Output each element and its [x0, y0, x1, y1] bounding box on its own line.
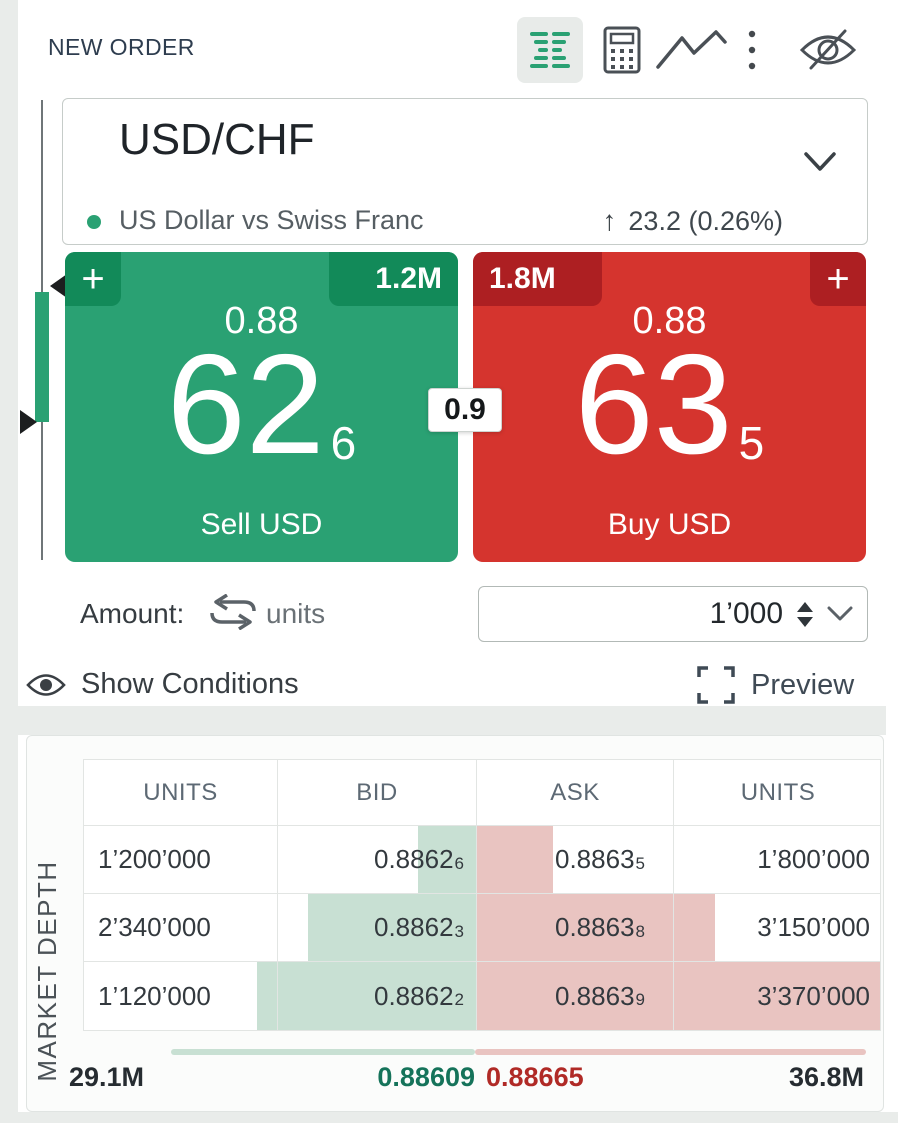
bid-price-cell[interactable]: 0.88626 [278, 826, 477, 893]
amount-unit-label: units [266, 598, 325, 630]
new-order-panel: NEW ORDER [18, 0, 886, 706]
buy-price: 63 5 [473, 330, 866, 479]
ask-total-bar [475, 1049, 866, 1055]
ask-price-cell[interactable]: 0.88638 [477, 894, 674, 961]
sell-plus-button[interactable]: + [65, 252, 121, 306]
bottom-gutter [0, 1112, 898, 1123]
bid-total: 29.1M [69, 1062, 144, 1093]
trend-line-icon[interactable] [652, 17, 732, 83]
bid-price-cell[interactable]: 0.88622 [278, 962, 477, 1030]
bid-units-cell: 1’200’000 [84, 826, 278, 893]
buy-tile[interactable]: 1.8M + 0.88 63 5 Buy USD [473, 252, 866, 562]
depth-row-2[interactable]: 2’340’000 0.88623 0.88638 3’150’000 [84, 894, 880, 962]
amount-dropdown-chevron-icon[interactable] [827, 606, 853, 622]
hide-eye-glyph [797, 26, 859, 74]
depth-summary-bar [69, 1049, 866, 1055]
sell-price-pip: 6 [331, 416, 357, 470]
amount-label: Amount: [80, 598, 184, 630]
show-conditions-label: Show Conditions [81, 668, 299, 701]
ask-units-cell: 3’370’000 [674, 962, 882, 1030]
up-arrow-icon: ↑ [602, 205, 616, 237]
market-depth-panel: MARKET DEPTH UNITS BID ASK UNITS 1’200’0… [26, 735, 884, 1112]
amount-value[interactable]: 1’000 [710, 597, 783, 631]
instrument-change: ↑ 23.2 (0.26%) [602, 205, 783, 237]
stepper-down-icon[interactable] [797, 617, 813, 627]
market-depth-table: UNITS BID ASK UNITS 1’200’000 0.88626 0.… [83, 759, 881, 1031]
preview-label: Preview [751, 669, 854, 702]
sell-price: 62 6 [65, 330, 458, 479]
sell-volume-badge[interactable]: 1.2M [329, 252, 458, 306]
preview-button[interactable]: Preview [697, 666, 854, 704]
eye-icon [25, 671, 67, 699]
swap-units-icon[interactable] [208, 594, 258, 630]
price-slider-range[interactable] [35, 292, 49, 422]
instrument-status-dot [87, 215, 101, 229]
table-header-row: UNITS BID ASK UNITS [84, 760, 880, 826]
calculator-icon[interactable] [589, 17, 655, 83]
ask-price-cell[interactable]: 0.88639 [477, 962, 674, 1030]
col-header-bid: BID [278, 760, 477, 825]
depth-row-3[interactable]: 1’120’000 0.88622 0.88639 3’370’000 [84, 962, 880, 1030]
ask-vwap: 0.88665 [486, 1062, 584, 1093]
kebab-glyph [746, 27, 758, 73]
sell-price-big: 62 [167, 330, 325, 479]
depth-ladder-glyph [527, 27, 573, 73]
calculator-glyph [602, 26, 642, 74]
trend-line-glyph [655, 29, 729, 71]
panel-title: NEW ORDER [48, 34, 195, 61]
col-header-ask-units: UNITS [674, 760, 882, 825]
depth-ladder-icon[interactable] [517, 17, 583, 83]
col-header-ask: ASK [477, 760, 674, 825]
instrument-name: US Dollar vs Swiss Franc [119, 205, 424, 236]
bid-units-cell: 1’120’000 [84, 962, 278, 1030]
left-gutter [0, 0, 18, 1123]
show-conditions-toggle[interactable]: Show Conditions [25, 668, 299, 701]
spread-badge: 0.9 [428, 388, 502, 432]
amount-input[interactable]: 1’000 [478, 586, 868, 642]
buy-volume-badge[interactable]: 1.8M [473, 252, 602, 306]
buy-price-pip: 5 [739, 416, 765, 470]
hide-eye-icon[interactable] [790, 17, 866, 83]
bid-vwap: 0.88609 [377, 1062, 475, 1093]
sell-tile[interactable]: + 1.2M 0.88 62 6 Sell USD [65, 252, 458, 562]
buy-plus-button[interactable]: + [810, 252, 866, 306]
market-depth-label: MARKET DEPTH [32, 846, 62, 1096]
change-value: 23.2 (0.26%) [628, 206, 783, 237]
instrument-selector[interactable]: USD/CHF US Dollar vs Swiss Franc ↑ 23.2 … [62, 98, 868, 245]
buy-action-label: Buy USD [473, 508, 866, 542]
card-gap [18, 706, 886, 735]
bid-units-cell: 2’340’000 [84, 894, 278, 961]
ask-price-cell[interactable]: 0.88635 [477, 826, 674, 893]
amount-stepper[interactable] [797, 602, 813, 627]
ask-units-cell: 1’800’000 [674, 826, 882, 893]
kebab-menu-icon[interactable] [732, 17, 772, 83]
bid-total-bar [171, 1049, 476, 1055]
slider-marker-right-icon[interactable] [20, 410, 37, 434]
stepper-up-icon[interactable] [797, 602, 813, 612]
bid-price-cell[interactable]: 0.88623 [278, 894, 477, 961]
instrument-symbol: USD/CHF [119, 115, 315, 165]
depth-row-1[interactable]: 1’200’000 0.88626 0.88635 1’800’000 [84, 826, 880, 894]
ask-total: 36.8M [789, 1062, 864, 1093]
ask-units-cell: 3’150’000 [674, 894, 882, 961]
col-header-bid-units: UNITS [84, 760, 278, 825]
sell-action-label: Sell USD [65, 508, 458, 542]
chevron-down-icon[interactable] [803, 151, 837, 173]
buy-price-big: 63 [575, 330, 733, 479]
preview-corners-icon [697, 666, 735, 704]
